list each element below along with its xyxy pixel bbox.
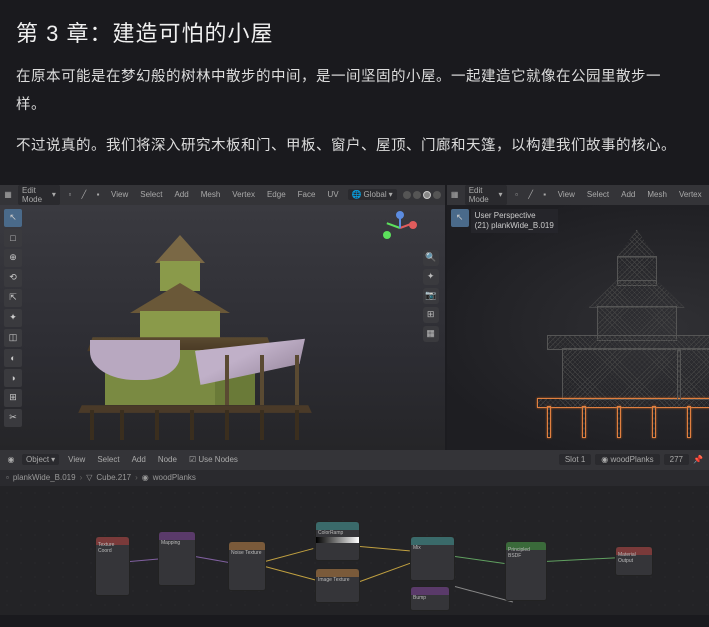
zoom-icon[interactable]: 🔍 (423, 250, 439, 266)
bc-material-icon: ◉ (142, 473, 149, 482)
viewport-side-controls: 🔍 ✦ 📷 ⊞ ▦ (423, 250, 439, 342)
viewport-right: ▦ Edit Mode▾ ▫ ╱ ▪ View Select Add Mesh … (447, 185, 709, 450)
viewport-left-canvas[interactable]: ↖ □ ⊕ ⟲ ⇱ ✦ ◫ ◐ ◑ ⊞ ✂ 🔍 (0, 205, 445, 450)
viewport-left-header: ▦ Edit Mode▾ ▫ ╱ ▪ View Select Add Mesh … (0, 185, 445, 205)
tool-select[interactable]: ↖ (4, 209, 22, 227)
mode-dropdown[interactable]: Edit Mode▾ (465, 185, 507, 205)
bc-mesh-icon: ▽ (86, 473, 92, 482)
node-mapping[interactable]: Mapping (158, 531, 196, 586)
node-noise[interactable]: Noise Texture (228, 541, 266, 591)
left-tool-shelf: ↖ (451, 209, 469, 227)
menu-mesh[interactable]: Mesh (198, 189, 224, 200)
menu-add[interactable]: Add (618, 189, 638, 200)
node-mix[interactable]: Mix (410, 536, 455, 581)
house-model-solid (60, 235, 300, 445)
perspective-icon[interactable]: ⊞ (423, 307, 439, 323)
tool-rotate[interactable]: ⟲ (4, 269, 22, 287)
node-texcoord[interactable]: Texture Coord (95, 536, 130, 596)
use-nodes-checkbox[interactable]: ☑ Use Nodes (186, 454, 241, 465)
menu-uv[interactable]: UV (324, 189, 341, 200)
node-principled[interactable]: Principled BSDF (505, 541, 547, 601)
bc-mesh[interactable]: Cube.217 (96, 473, 131, 482)
edge-select-icon[interactable]: ╱ (527, 190, 535, 200)
tool-cursor[interactable]: □ (4, 229, 22, 247)
menu-edge[interactable]: Edge (264, 189, 289, 200)
user-count: 277 (664, 454, 689, 465)
menu-view[interactable]: View (65, 454, 88, 465)
menu-add[interactable]: Add (129, 454, 149, 465)
nav-gizmo[interactable] (385, 213, 415, 243)
node-colorramp-1[interactable]: ColorRamp (315, 521, 360, 561)
blender-screenshot: ▦ Edit Mode▾ ▫ ╱ ▪ View Select Add Mesh … (0, 185, 709, 615)
menu-select[interactable]: Select (94, 454, 122, 465)
chapter-paragraph-2: 不过说真的。我们将深入研究木板和门、甲板、窗户、屋顶、门廊和天篷，以构建我们故事… (16, 133, 689, 161)
viewport-left: ▦ Edit Mode▾ ▫ ╱ ▪ View Select Add Mesh … (0, 185, 445, 450)
menu-view[interactable]: View (555, 189, 578, 200)
tool-move[interactable]: ⊕ (4, 249, 22, 267)
viewport-right-canvas[interactable]: ↖ User Perspective (21) plankWide_B.019 … (447, 205, 709, 450)
chapter-paragraph-1: 在原本可能是在梦幻般的树林中散步的中间，是一间坚固的小屋。一起建造它就像在公园里… (16, 64, 689, 119)
menu-add[interactable]: Add (171, 189, 191, 200)
chapter-title: 第 3 章：建造可怕的小屋 (16, 16, 689, 48)
menu-face[interactable]: Face (295, 189, 319, 200)
tool-scale[interactable]: ⇱ (4, 289, 22, 307)
bc-material[interactable]: woodPlanks (153, 473, 196, 482)
menu-vertex[interactable]: Vertex (676, 189, 705, 200)
menu-select[interactable]: Select (584, 189, 612, 200)
orientation-dropdown[interactable]: 🌐Global▾ (348, 189, 397, 200)
tool-select[interactable]: ↖ (451, 209, 469, 227)
menu-mesh[interactable]: Mesh (644, 189, 670, 200)
viewport-right-header: ▦ Edit Mode▾ ▫ ╱ ▪ View Select Add Mesh … (447, 185, 709, 205)
grid-icon[interactable]: ▦ (423, 326, 439, 342)
node-editor-canvas[interactable]: Texture Coord Mapping Noise Texture Colo… (0, 486, 709, 615)
material-selector[interactable]: ◉ woodPlanks (595, 454, 659, 465)
house-model-wireframe (517, 230, 709, 445)
bc-object-icon: ▫ (6, 473, 9, 482)
menu-select[interactable]: Select (137, 189, 165, 200)
tool-extrude[interactable]: ◑ (4, 369, 22, 387)
slot-dropdown[interactable]: Slot 1 (559, 454, 591, 465)
node-breadcrumb: ▫ plankWide_B.019 › ▽ Cube.217 › ◉ woodP… (0, 470, 709, 486)
menu-node[interactable]: Node (155, 454, 180, 465)
node-editor-header: ◉ Object▾ View Select Add Node ☑ Use Nod… (0, 450, 709, 470)
node-bump[interactable]: Bump (410, 586, 450, 611)
tool-knife[interactable]: ✂ (4, 409, 22, 427)
tool-transform[interactable]: ✦ (4, 309, 22, 327)
menu-view[interactable]: View (108, 189, 131, 200)
face-select-icon[interactable]: ▪ (541, 190, 549, 200)
pin-icon[interactable]: 📌 (693, 455, 703, 465)
node-imgtex[interactable]: Image Texture (315, 568, 360, 603)
edge-select-icon[interactable]: ╱ (80, 190, 88, 200)
mode-dropdown[interactable]: Edit Mode▾ (18, 185, 60, 205)
tool-inset[interactable]: ⊞ (4, 389, 22, 407)
editor-type-icon[interactable]: ▦ (451, 190, 459, 200)
tool-annotate[interactable]: ◫ (4, 329, 22, 347)
face-select-icon[interactable]: ▪ (94, 190, 102, 200)
left-tool-shelf: ↖ □ ⊕ ⟲ ⇱ ✦ ◫ ◐ ◑ ⊞ ✂ (4, 209, 22, 427)
shading-mode-buttons[interactable] (403, 191, 441, 199)
camera-icon[interactable]: 📷 (423, 288, 439, 304)
menu-vertex[interactable]: Vertex (229, 189, 258, 200)
editor-type-icon[interactable]: ▦ (4, 190, 12, 200)
editor-type-icon[interactable]: ◉ (6, 455, 16, 465)
node-output[interactable]: Material Output (615, 546, 653, 576)
vertex-select-icon[interactable]: ▫ (513, 190, 521, 200)
node-mode-dropdown[interactable]: Object▾ (22, 454, 59, 465)
tool-measure[interactable]: ◐ (4, 349, 22, 367)
move-view-icon[interactable]: ✦ (423, 269, 439, 285)
vertex-select-icon[interactable]: ▫ (66, 190, 74, 200)
bc-object[interactable]: plankWide_B.019 (13, 473, 76, 482)
